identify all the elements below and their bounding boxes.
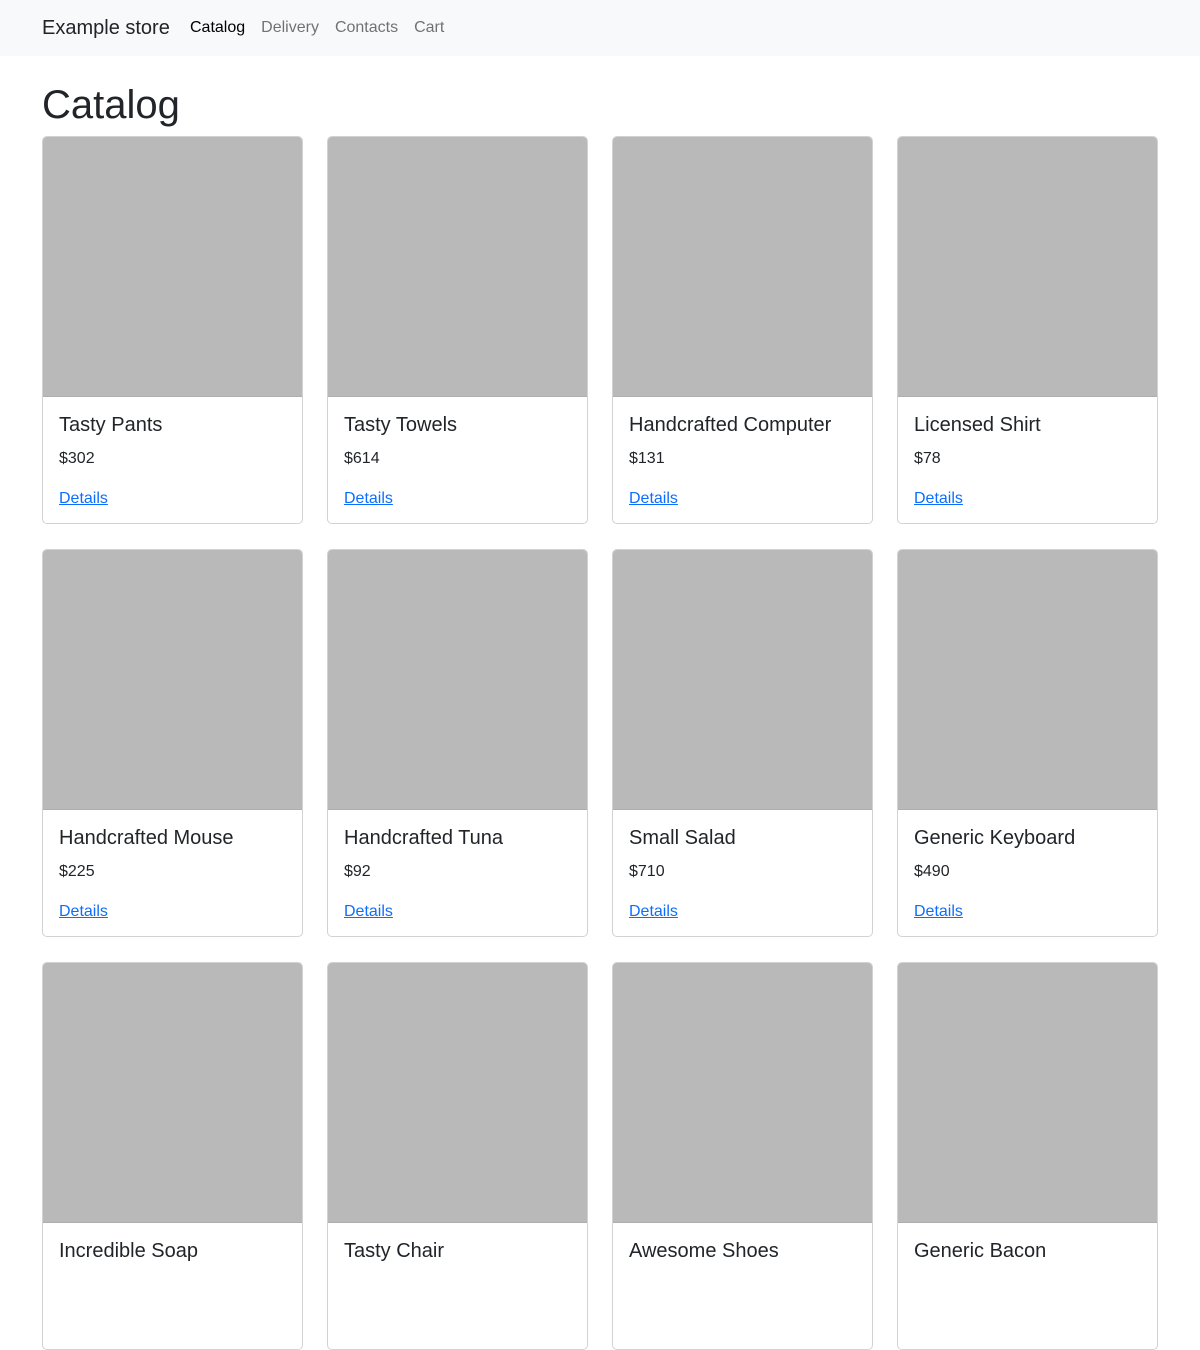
product-card: Tasty Chair	[327, 962, 588, 1350]
product-card-body: Handcrafted Mouse $225 Details	[43, 810, 302, 936]
product-card: Awesome Shoes	[612, 962, 873, 1350]
nav-link-catalog[interactable]: Catalog	[190, 18, 245, 38]
product-details-link[interactable]: Details	[629, 490, 678, 507]
product-image-placeholder	[43, 550, 302, 810]
product-price: $490	[914, 863, 950, 880]
product-title: Small Salad	[629, 827, 736, 849]
product-card-body: Awesome Shoes	[613, 1223, 872, 1297]
product-image-placeholder	[898, 137, 1157, 397]
product-image-placeholder	[898, 550, 1157, 810]
product-title: Generic Keyboard	[914, 827, 1076, 849]
product-image-placeholder	[328, 137, 587, 397]
product-title: Licensed Shirt	[914, 414, 1041, 436]
product-card: Licensed Shirt $78 Details	[897, 136, 1158, 524]
product-card: Handcrafted Mouse $225 Details	[42, 549, 303, 937]
product-card-body: Incredible Soap	[43, 1223, 302, 1297]
product-card: Small Salad $710 Details	[612, 549, 873, 937]
product-image-placeholder	[613, 550, 872, 810]
product-card-body: Generic Bacon	[898, 1223, 1157, 1297]
product-details-link[interactable]: Details	[344, 490, 393, 507]
product-details-link[interactable]: Details	[629, 903, 678, 920]
product-image-placeholder	[613, 137, 872, 397]
product-title: Tasty Towels	[344, 414, 458, 436]
product-title: Handcrafted Tuna	[344, 827, 503, 849]
product-price: $131	[629, 450, 665, 467]
product-card-body: Tasty Pants $302 Details	[43, 397, 302, 523]
product-title: Incredible Soap	[59, 1240, 198, 1262]
product-card: Generic Bacon	[897, 962, 1158, 1350]
product-card-body: Licensed Shirt $78 Details	[898, 397, 1157, 523]
product-card: Handcrafted Computer $131 Details	[612, 136, 873, 524]
product-details-link[interactable]: Details	[59, 490, 108, 507]
product-image-placeholder	[613, 963, 872, 1223]
top-navbar: Example store Catalog Delivery Contacts …	[0, 0, 1200, 56]
product-title: Handcrafted Computer	[629, 414, 832, 436]
nav-link-delivery[interactable]: Delivery	[261, 18, 319, 38]
product-image-placeholder	[43, 963, 302, 1223]
product-image-placeholder	[328, 963, 587, 1223]
product-grid: Tasty Pants $302 Details Tasty Towels $6…	[42, 136, 1158, 1350]
product-details-link[interactable]: Details	[914, 490, 963, 507]
product-details-link[interactable]: Details	[59, 903, 108, 920]
product-price: $78	[914, 450, 941, 467]
product-image-placeholder	[43, 137, 302, 397]
product-card-body: Tasty Chair	[328, 1223, 587, 1297]
product-price: $92	[344, 863, 371, 880]
nav-link-contacts[interactable]: Contacts	[335, 18, 398, 38]
product-price: $225	[59, 863, 95, 880]
product-card-body: Small Salad $710 Details	[613, 810, 872, 936]
product-title: Awesome Shoes	[629, 1240, 779, 1262]
product-title: Tasty Pants	[59, 414, 163, 436]
product-card: Generic Keyboard $490 Details	[897, 549, 1158, 937]
product-title: Generic Bacon	[914, 1240, 1047, 1262]
product-price: $614	[344, 450, 380, 467]
nav-link-cart[interactable]: Cart	[414, 18, 444, 38]
product-title: Tasty Chair	[344, 1240, 445, 1262]
product-title: Handcrafted Mouse	[59, 827, 234, 849]
product-image-placeholder	[328, 550, 587, 810]
product-card-body: Generic Keyboard $490 Details	[898, 810, 1157, 936]
product-details-link[interactable]: Details	[344, 903, 393, 920]
page-title: Catalog	[42, 83, 180, 127]
product-details-link[interactable]: Details	[914, 903, 963, 920]
product-card-body: Handcrafted Tuna $92 Details	[328, 810, 587, 936]
store-brand-link[interactable]: Example store	[42, 16, 170, 40]
product-price: $710	[629, 863, 665, 880]
product-price: $302	[59, 450, 95, 467]
product-card-body: Tasty Towels $614 Details	[328, 397, 587, 523]
product-card: Handcrafted Tuna $92 Details	[327, 549, 588, 937]
product-card-body: Handcrafted Computer $131 Details	[613, 397, 872, 523]
product-card: Incredible Soap	[42, 962, 303, 1350]
product-card: Tasty Towels $614 Details	[327, 136, 588, 524]
product-card: Tasty Pants $302 Details	[42, 136, 303, 524]
nav-links: Catalog Delivery Contacts Cart	[190, 18, 460, 38]
product-image-placeholder	[898, 963, 1157, 1223]
